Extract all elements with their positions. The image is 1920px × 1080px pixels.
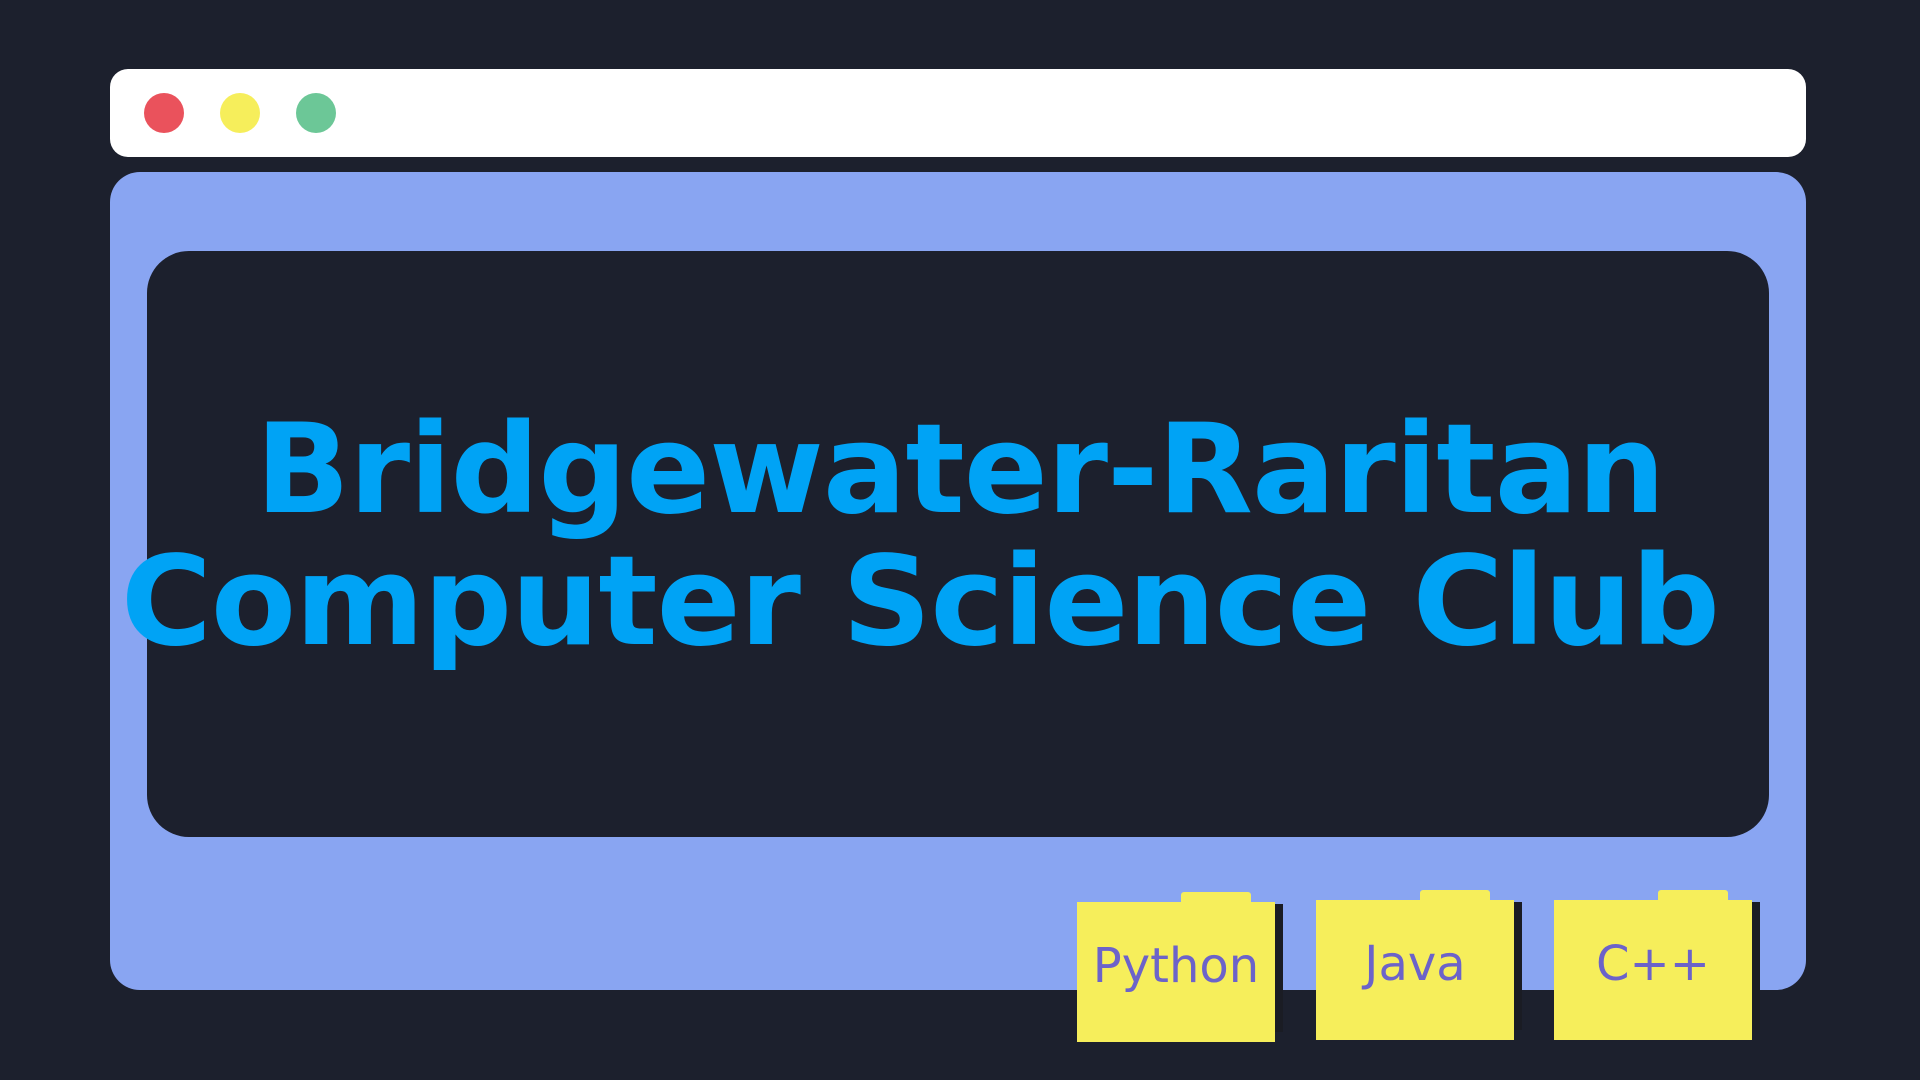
folder-label: Python (1092, 938, 1260, 994)
folder-icon: Python (1077, 902, 1275, 1042)
club-title-line-2: Computer Science Club (120, 530, 1720, 674)
folder-icon: Java (1316, 900, 1514, 1040)
close-window-icon[interactable] (144, 93, 184, 133)
folder-java[interactable]: Java (1316, 890, 1522, 1040)
folder-cpp[interactable]: C++ (1554, 890, 1760, 1040)
folder-label: C++ (1596, 936, 1710, 992)
window-titlebar (110, 69, 1806, 157)
maximize-window-icon[interactable] (296, 93, 336, 133)
folder-python[interactable]: Python (1077, 892, 1283, 1042)
club-title-line-1: Bridgewater-Raritan (255, 398, 1665, 542)
minimize-window-icon[interactable] (220, 93, 260, 133)
folder-label: Java (1364, 936, 1466, 992)
folder-icon: C++ (1554, 900, 1752, 1040)
page: Bridgewater-Raritan Computer Science Clu… (0, 0, 1920, 1080)
